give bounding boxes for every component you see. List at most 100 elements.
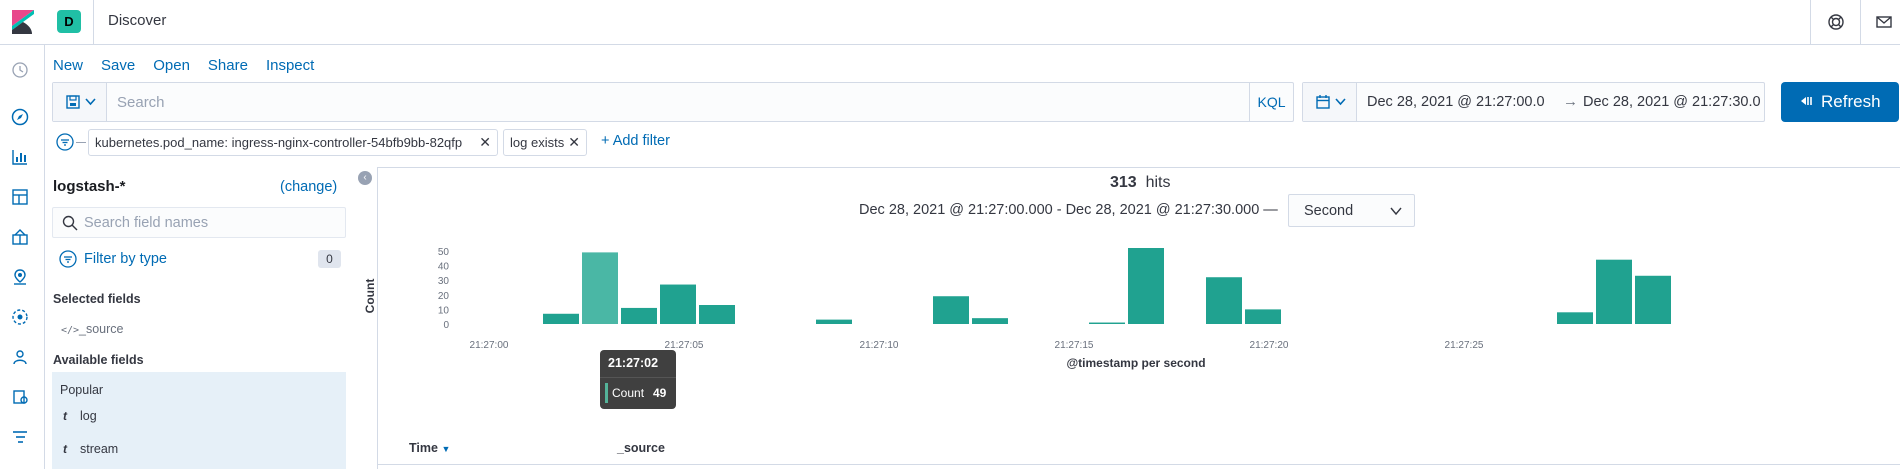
y-axis-label: Count <box>363 279 377 314</box>
histogram-bar[interactable] <box>1596 259 1632 324</box>
filter-pill-label: log exists <box>510 135 565 150</box>
tooltip-divider <box>600 377 676 378</box>
popular-title: Popular <box>60 383 104 397</box>
histogram-bar[interactable] <box>1128 248 1164 324</box>
canvas-icon[interactable] <box>10 227 30 247</box>
y-tick-label: 40 <box>438 262 450 273</box>
divider <box>76 142 86 143</box>
x-tick-label: 21:27:25 <box>1445 340 1484 351</box>
field-item[interactable]: t log <box>63 409 97 423</box>
refresh-button[interactable]: Refresh <box>1781 82 1899 122</box>
filter-pill[interactable]: log exists ✕ <box>503 129 587 156</box>
field-name: log <box>80 409 97 423</box>
interval-select[interactable]: Second <box>1288 194 1415 227</box>
logs-icon[interactable] <box>10 387 30 407</box>
histogram-bar[interactable] <box>972 318 1008 324</box>
add-filter-button[interactable]: + Add filter <box>601 133 670 149</box>
filter-pill[interactable]: kubernetes.pod_name: ingress-nginx-contr… <box>88 129 498 156</box>
page-title: Discover <box>108 12 167 29</box>
saved-query-button[interactable] <box>53 83 107 121</box>
source-column-header: _source <box>617 441 665 455</box>
share-link[interactable]: Share <box>208 57 248 74</box>
query-bar: KQL <box>52 82 1294 122</box>
inspect-link[interactable]: Inspect <box>266 57 314 74</box>
histogram-bar[interactable] <box>582 252 618 324</box>
histogram-bar[interactable] <box>1635 275 1671 324</box>
header-divider <box>1810 0 1811 45</box>
ml-icon[interactable] <box>10 307 30 327</box>
field-item[interactable]: t stream <box>63 442 118 456</box>
discover-icon[interactable] <box>10 107 30 127</box>
side-nav <box>0 45 45 469</box>
histogram-bar[interactable] <box>1245 309 1281 324</box>
tooltip-value: 49 <box>653 386 667 400</box>
chevron-down-icon <box>1390 207 1402 216</box>
time-column-header[interactable]: Time ▼ <box>409 441 450 455</box>
histogram-bar[interactable] <box>699 305 735 324</box>
histogram-bar[interactable] <box>1206 277 1242 324</box>
header-divider <box>93 0 94 45</box>
arrow-right-icon: → <box>1563 93 1578 110</box>
search-icon <box>62 215 78 231</box>
mail-icon[interactable] <box>1874 12 1894 32</box>
field-name: _source <box>79 322 124 336</box>
y-tick-label: 0 <box>443 320 449 331</box>
histogram-bar[interactable] <box>1557 312 1593 324</box>
x-tick-label: 21:27:15 <box>1055 340 1094 351</box>
histogram-bar[interactable] <box>621 307 657 324</box>
hits-count: 313 hits <box>1110 174 1171 192</box>
code-icon: </> <box>61 325 80 336</box>
field-search <box>52 207 346 238</box>
histogram-bar[interactable] <box>816 319 852 324</box>
filter-count-badge: 0 <box>318 250 341 268</box>
filter-icon[interactable] <box>59 250 77 268</box>
help-icon[interactable] <box>1826 12 1846 32</box>
hits-label: hits <box>1145 174 1171 191</box>
string-type-icon: t <box>63 409 67 423</box>
search-input[interactable] <box>117 92 1207 112</box>
time-column-label: Time <box>409 441 438 455</box>
quick-select-button[interactable] <box>1303 83 1357 121</box>
x-axis-label: @timestamp per second <box>1066 356 1205 370</box>
recent-icon[interactable] <box>10 60 30 80</box>
header-divider <box>1860 0 1861 45</box>
table-divider <box>378 464 1900 465</box>
y-tick-label: 50 <box>438 247 450 258</box>
histogram-bar[interactable] <box>1089 322 1125 324</box>
field-item[interactable]: </> _source <box>61 322 123 336</box>
infrastructure-icon[interactable] <box>10 347 30 367</box>
visualize-icon[interactable] <box>10 147 30 167</box>
y-tick-label: 30 <box>438 276 450 287</box>
tooltip-title: 21:27:02 <box>608 356 659 370</box>
new-link[interactable]: New <box>53 57 83 74</box>
space-avatar[interactable]: D <box>57 10 81 33</box>
histogram-bar[interactable] <box>933 296 969 324</box>
chevron-down-icon <box>1335 98 1346 106</box>
collapse-sidebar-icon[interactable]: ‹ <box>358 171 372 185</box>
start-date[interactable]: Dec 28, 2021 @ 21:27:00.0 <box>1367 94 1545 110</box>
kibana-logo-icon[interactable] <box>12 10 34 34</box>
maps-icon[interactable] <box>10 267 30 287</box>
query-language-button[interactable]: KQL <box>1249 83 1293 121</box>
end-date[interactable]: Dec 28, 2021 @ 21:27:30.0 <box>1583 94 1761 110</box>
field-search-input[interactable] <box>84 214 334 232</box>
apm-icon[interactable] <box>10 427 30 447</box>
interval-value: Second <box>1304 203 1354 219</box>
histogram-bar[interactable] <box>543 313 579 324</box>
tooltip-swatch <box>605 383 608 403</box>
sort-down-icon[interactable]: ▼ <box>441 444 450 454</box>
change-index-link[interactable]: (change) <box>280 179 337 195</box>
filter-menu-icon[interactable] <box>56 133 74 151</box>
histogram-chart[interactable]: 01020304050Count21:27:00 21:27:05 21:27:10… <box>363 247 1900 448</box>
save-link[interactable]: Save <box>101 57 135 74</box>
chart-tooltip: 21:27:02 Count 49 <box>600 350 676 409</box>
chevron-down-icon <box>85 98 96 106</box>
histogram-bar[interactable] <box>660 284 696 324</box>
close-icon[interactable]: ✕ <box>568 130 580 155</box>
dashboard-icon[interactable] <box>10 187 30 207</box>
string-type-icon: t <box>63 442 67 456</box>
open-link[interactable]: Open <box>153 57 190 74</box>
close-icon[interactable]: ✕ <box>479 130 491 155</box>
filter-by-type-button[interactable]: Filter by type <box>84 251 167 267</box>
y-tick-label: 20 <box>438 291 450 302</box>
